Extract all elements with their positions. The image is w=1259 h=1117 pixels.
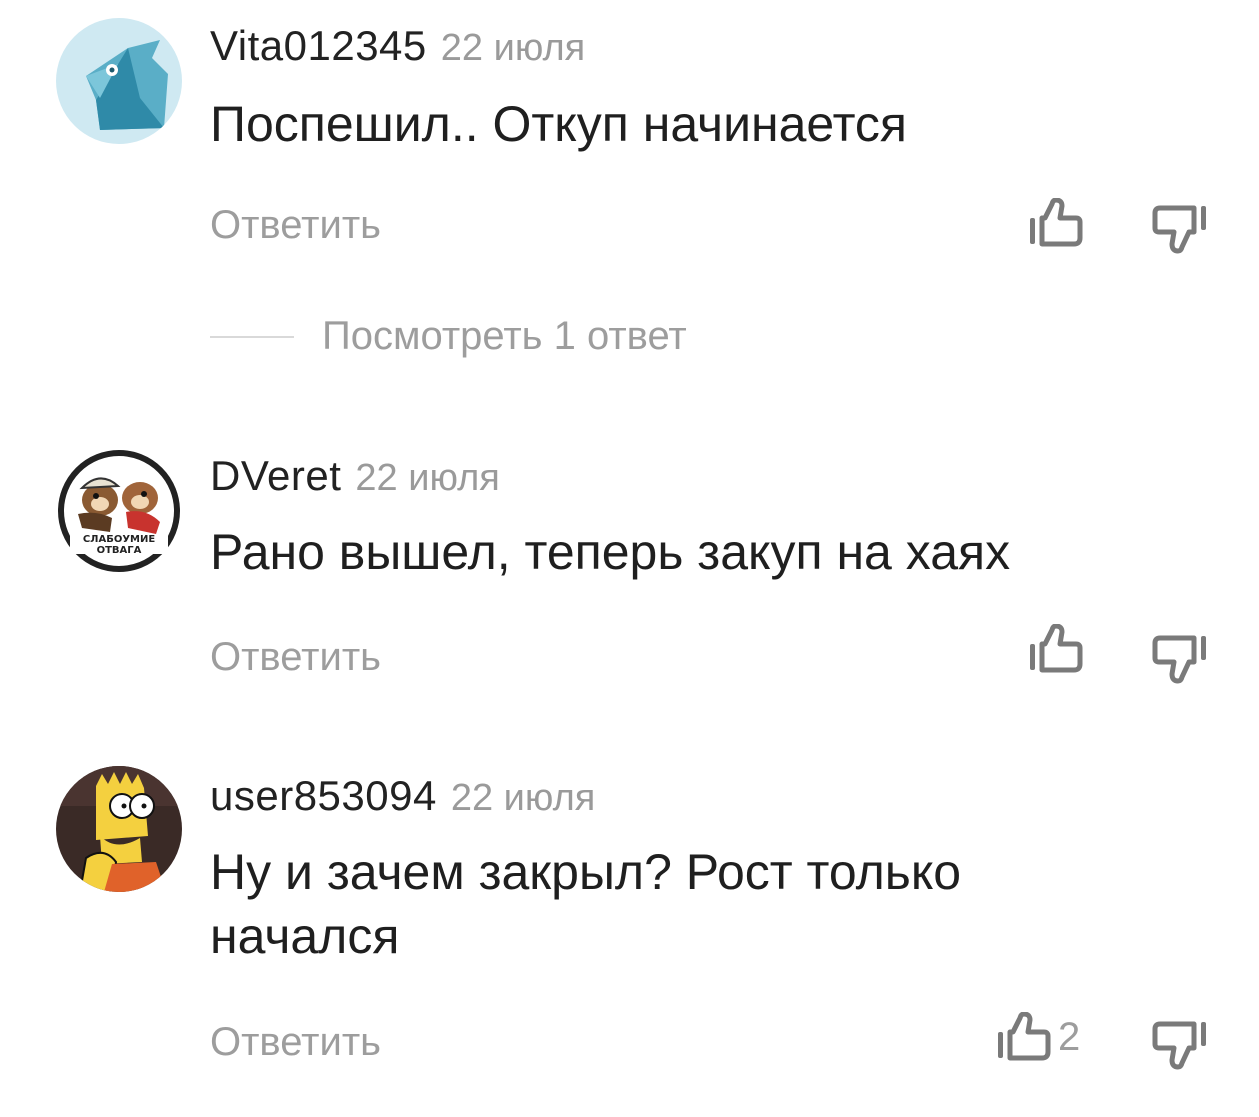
reply-button[interactable]: Ответить — [210, 1020, 381, 1065]
thumbs-down-icon — [1152, 635, 1206, 684]
bart-simpson-icon — [56, 766, 182, 892]
dislike-button[interactable] — [1152, 1020, 1208, 1070]
comment-date: 22 июля — [355, 457, 500, 499]
like-count: 2 — [1058, 1014, 1081, 1059]
comment-text: Ну и зачем закрыл? Рост только начался — [210, 844, 962, 964]
comment-text: Поспешил.. Откуп начинается — [210, 96, 907, 152]
like-button[interactable] — [1028, 198, 1084, 248]
dislike-button[interactable] — [1152, 634, 1208, 684]
thumbs-up-icon — [998, 1012, 1051, 1061]
divider-line — [210, 335, 294, 338]
dislike-button[interactable] — [1152, 204, 1208, 254]
comment-date: 22 июля — [450, 777, 596, 819]
thumbs-up-icon — [1030, 624, 1083, 673]
avatar[interactable] — [56, 766, 182, 892]
thumbs-down-icon — [1152, 205, 1206, 254]
author-name[interactable]: DVeret — [210, 452, 341, 499]
comment-text: Рано вышел, теперь закуп на хаях — [210, 524, 1011, 580]
avatar[interactable] — [56, 18, 182, 144]
comment-date: 22 июля — [440, 27, 586, 69]
avatar[interactable]: СЛАБОУМИЕ ОТВАГА — [56, 448, 182, 574]
blue-bird-icon — [56, 18, 182, 144]
view-replies-button[interactable]: Посмотреть 1 ответ — [210, 314, 687, 359]
reply-button[interactable]: Ответить — [210, 203, 381, 248]
view-replies-label: Посмотреть 1 ответ — [322, 314, 687, 358]
author-name[interactable]: Vita012345 — [210, 22, 427, 69]
thumbs-down-icon — [1152, 1021, 1206, 1070]
avatar-caption: СЛАБОУМИЕ ОТВАГА — [82, 534, 156, 556]
like-button[interactable]: 2 — [996, 1012, 1080, 1062]
reply-button[interactable]: Ответить — [210, 635, 381, 680]
like-button[interactable] — [1028, 624, 1084, 674]
author-name[interactable]: user853094 — [210, 772, 437, 819]
thumbs-up-icon — [1030, 198, 1083, 247]
